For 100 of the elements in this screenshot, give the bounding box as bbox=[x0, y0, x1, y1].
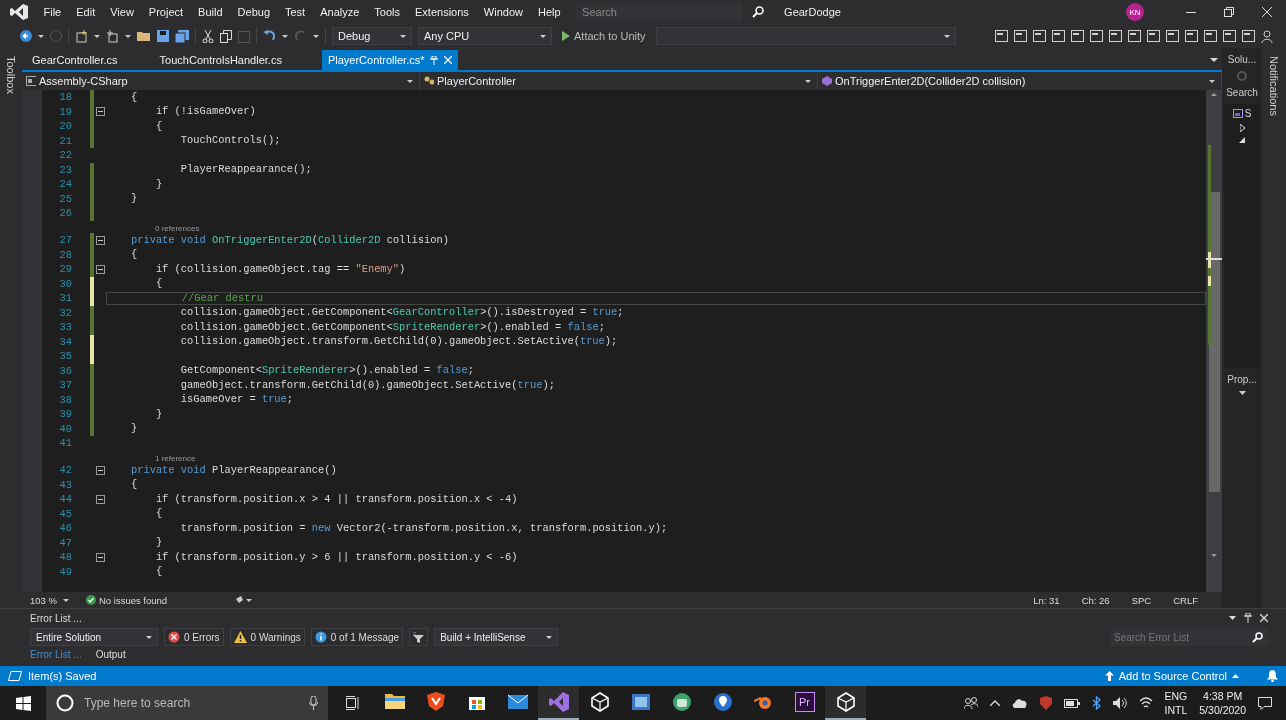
toolbar-icon[interactable] bbox=[1128, 30, 1141, 42]
scrollbar[interactable] bbox=[1206, 90, 1222, 560]
collapse-icon[interactable] bbox=[95, 552, 105, 562]
tab-list-icon[interactable] bbox=[1210, 58, 1218, 62]
undo-icon[interactable] bbox=[263, 30, 276, 42]
warnings-filter-button[interactable]: 0 Warnings bbox=[229, 628, 305, 646]
menu-item[interactable]: File bbox=[36, 6, 69, 18]
attach-button[interactable]: Attach to Unity bbox=[558, 27, 650, 45]
wifi-icon[interactable] bbox=[1138, 697, 1153, 709]
taskbar-app-button[interactable] bbox=[538, 686, 579, 720]
menu-item[interactable]: Analyze bbox=[312, 6, 367, 18]
panel-tab[interactable]: Output bbox=[95, 648, 126, 660]
menu-item[interactable]: Help bbox=[530, 6, 569, 18]
menu-item[interactable]: Project bbox=[141, 6, 191, 18]
menu-item[interactable]: View bbox=[102, 6, 142, 18]
clock-time[interactable]: 4:38 PM bbox=[1203, 689, 1243, 703]
expand-arrow-icon[interactable] bbox=[1239, 124, 1245, 132]
search-icon[interactable] bbox=[752, 6, 765, 18]
taskbar-search-field[interactable]: Type here to search bbox=[46, 686, 328, 720]
toolbar-icon[interactable] bbox=[1014, 30, 1027, 42]
close-icon[interactable] bbox=[1260, 614, 1268, 622]
collapse-icon[interactable] bbox=[95, 494, 105, 504]
toolbar-icon[interactable] bbox=[1223, 30, 1236, 42]
toolbar-icon[interactable] bbox=[1052, 30, 1065, 42]
restore-icon[interactable] bbox=[1224, 7, 1234, 17]
panel-tab[interactable]: Prop... bbox=[1227, 374, 1257, 385]
cloud-icon[interactable] bbox=[1011, 698, 1028, 708]
toolbar-icon[interactable] bbox=[1166, 30, 1179, 42]
zoom-dropdown[interactable]: 103 % bbox=[30, 594, 76, 606]
clear-filter-button[interactable] bbox=[409, 628, 429, 646]
source-control-button[interactable]: Add to Source Control bbox=[1104, 670, 1239, 682]
menu-item[interactable]: Test bbox=[277, 6, 313, 18]
collapse-icon[interactable] bbox=[95, 235, 105, 245]
issues-indicator[interactable]: No issues found bbox=[86, 594, 226, 606]
chevron-up-icon[interactable] bbox=[989, 700, 1000, 706]
errors-filter-button[interactable]: 0 Errors bbox=[164, 628, 224, 646]
platform-dropdown[interactable]: Any CPU bbox=[418, 27, 552, 45]
caret-icon[interactable] bbox=[1229, 616, 1236, 620]
file-tab[interactable]: TouchControlsHandler.cs bbox=[157, 50, 308, 70]
toolbar-icon[interactable] bbox=[1071, 30, 1084, 42]
user-avatar[interactable]: KN bbox=[1126, 3, 1144, 21]
back-icon[interactable] bbox=[20, 30, 32, 42]
folder-icon[interactable] bbox=[137, 30, 151, 42]
clock-date[interactable]: 5/30/2020 bbox=[1199, 703, 1246, 717]
toolbar-icon[interactable] bbox=[1242, 30, 1255, 42]
notifications-tab[interactable]: Notifications bbox=[1268, 56, 1280, 116]
reference-count-link[interactable]: 0 references bbox=[130, 224, 200, 233]
collapse-icon[interactable] bbox=[95, 107, 105, 117]
cursor-line[interactable]: Ln: 31 bbox=[1033, 594, 1060, 606]
toolbox-tab[interactable]: Toolbox bbox=[5, 56, 17, 94]
menu-item[interactable]: Build bbox=[190, 6, 231, 18]
windows-start-icon[interactable] bbox=[15, 695, 31, 711]
scope-dropdown[interactable]: Entire Solution bbox=[30, 628, 158, 646]
new-item-icon[interactable] bbox=[75, 29, 88, 43]
toolbar-icon[interactable] bbox=[1185, 30, 1198, 42]
search-field[interactable]: Search bbox=[576, 3, 743, 21]
toolbar-icon[interactable] bbox=[1204, 30, 1217, 42]
pin-icon[interactable] bbox=[1244, 613, 1252, 623]
messages-filter-button[interactable]: 0 of 1 Message bbox=[310, 628, 404, 646]
taskbar-app-button[interactable]: Pr bbox=[784, 686, 825, 720]
copy-icon[interactable] bbox=[220, 29, 232, 43]
battery-icon[interactable] bbox=[1063, 698, 1080, 708]
toolbar-icon[interactable] bbox=[1147, 30, 1160, 42]
menu-item[interactable]: Window bbox=[476, 6, 531, 18]
line-ending[interactable]: CRLF bbox=[1173, 594, 1198, 606]
task-view-icon[interactable] bbox=[346, 696, 360, 710]
input-language[interactable]: ENG bbox=[1164, 689, 1188, 703]
reference-count-link[interactable]: 1 reference bbox=[130, 454, 196, 463]
add-item-icon[interactable] bbox=[106, 29, 119, 43]
collapse-icon[interactable] bbox=[95, 264, 105, 274]
source-dropdown[interactable]: Build + IntelliSense bbox=[434, 628, 559, 646]
search-field[interactable]: Search bbox=[1226, 87, 1258, 98]
configuration-dropdown[interactable]: Debug bbox=[332, 27, 412, 45]
minimize-icon[interactable] bbox=[1186, 11, 1196, 13]
expanded-arrow-icon[interactable] bbox=[1239, 137, 1245, 143]
cursor-column[interactable]: Ch: 26 bbox=[1081, 594, 1110, 606]
caret-icon[interactable] bbox=[1238, 391, 1246, 395]
indent-mode[interactable]: SPC bbox=[1131, 594, 1152, 606]
action-center-icon[interactable] bbox=[1258, 696, 1272, 710]
feedback-icon[interactable] bbox=[1261, 29, 1274, 43]
shield-icon[interactable] bbox=[1039, 696, 1052, 710]
save-all-icon[interactable] bbox=[175, 29, 189, 43]
people-icon[interactable] bbox=[963, 697, 978, 709]
keyboard-layout[interactable]: INTL bbox=[1164, 703, 1188, 717]
save-icon[interactable] bbox=[157, 30, 169, 42]
toolbar-icon[interactable] bbox=[995, 30, 1008, 42]
toolbar-icon[interactable] bbox=[1109, 30, 1122, 42]
menu-item[interactable]: Edit bbox=[68, 6, 103, 18]
cut-icon[interactable] bbox=[202, 29, 214, 43]
menu-item[interactable]: Tools bbox=[366, 6, 408, 18]
taskbar-app-button[interactable] bbox=[825, 686, 866, 720]
panel-tab[interactable]: Error List ... bbox=[30, 648, 82, 660]
menu-item[interactable]: Debug bbox=[230, 6, 278, 18]
toolbar-icon[interactable] bbox=[1033, 30, 1046, 42]
toolbar-icon[interactable] bbox=[1090, 30, 1103, 42]
collapse-icon[interactable] bbox=[95, 465, 105, 475]
file-tab[interactable]: GearController.cs bbox=[30, 50, 144, 70]
menu-item[interactable]: Extensions bbox=[407, 6, 477, 18]
close-icon[interactable] bbox=[1262, 7, 1272, 17]
panel-tab[interactable]: Solu... bbox=[1227, 54, 1257, 65]
